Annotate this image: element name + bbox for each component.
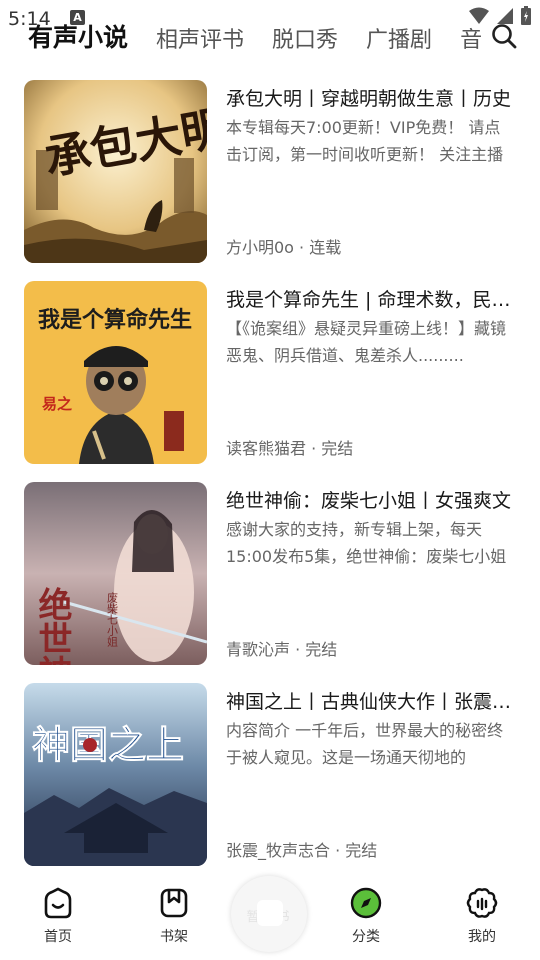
- album-description: 本专辑每天7:00更新！VIP免费！ 请点击订阅，第一时间收听更新！ 关注主播: [226, 118, 504, 164]
- profile-icon: [466, 888, 498, 918]
- album-meta: 张震_牧声志合 · 完结: [226, 841, 378, 860]
- nav-profile-label: 我的: [468, 929, 496, 945]
- bottom-navigation: 首页 书架 暂无书 分类 我的: [0, 876, 540, 960]
- list-item[interactable]: 绝世神偷 废柴七小姐 绝世神偷：废柴七小姐丨女强爽文 感谢大家的支持，新专辑上架…: [0, 482, 540, 667]
- compass-icon: [350, 887, 382, 919]
- album-cover: 绝世神偷 废柴七小姐: [24, 482, 207, 665]
- album-cover: 承包大明: [24, 80, 207, 263]
- album-title: 承包大明丨穿越明朝做生意丨历史: [226, 88, 512, 110]
- notification-icon: A: [70, 10, 85, 25]
- play-icon: [257, 900, 283, 926]
- album-title: 神国之上丨古典仙侠大作丨张震演播: [226, 691, 516, 713]
- album-title: 绝世神偷：废柴七小姐丨女强爽文: [226, 490, 512, 512]
- tab-talk-show[interactable]: 脱口秀: [272, 22, 338, 54]
- list-item[interactable]: 承包大明 承包大明丨穿越明朝做生意丨历史 本专辑每天7:00更新！VIP免费！ …: [0, 80, 540, 265]
- album-meta: 读客熊猫君 · 完结: [226, 439, 354, 458]
- nav-home-label: 首页: [44, 929, 72, 945]
- album-description: 内容简介 一千年后，世界最大的秘密终于被人窥见。这是一场通天彻地的: [226, 721, 504, 767]
- cover-author-text: 易之: [42, 395, 72, 413]
- status-time: 5:14: [8, 8, 51, 30]
- list-item[interactable]: 神国之上 神国之上丨古典仙侠大作丨张震演播 内容简介 一千年后，世界最大的秘密终…: [0, 683, 540, 868]
- home-icon: [44, 887, 72, 919]
- nav-category-label: 分类: [352, 929, 380, 945]
- player-button[interactable]: 暂无书: [231, 876, 307, 952]
- album-cover: 神国之上: [24, 683, 207, 866]
- nav-bookshelf-label: 书架: [160, 929, 188, 945]
- album-meta: 青歌沁声 · 完结: [226, 640, 338, 659]
- status-icons: [468, 6, 532, 30]
- album-description: 【《诡案组》悬疑灵异重磅上线！】藏镜恶鬼、阴兵借道、鬼差杀人.........: [226, 319, 507, 365]
- nav-profile[interactable]: 我的: [452, 886, 512, 946]
- wifi-icon: [468, 7, 490, 29]
- list-item[interactable]: 我是个算命先生 易之 我是个算命先生 | 命理术数，民间奇闻 【《诡案组》悬疑灵…: [0, 281, 540, 466]
- nav-bookshelf[interactable]: 书架: [144, 886, 204, 946]
- nav-home[interactable]: 首页: [28, 886, 88, 946]
- cover-title-text: 绝世神偷: [32, 586, 72, 665]
- tab-crosstalk[interactable]: 相声评书: [156, 22, 244, 54]
- cover-subtitle-text: 废柴七小姐: [106, 591, 119, 647]
- album-meta: 方小明0o · 连载: [226, 238, 342, 257]
- bookshelf-icon: [160, 888, 188, 918]
- battery-icon: [520, 6, 532, 30]
- nav-category[interactable]: 分类: [336, 886, 396, 946]
- album-description: 感谢大家的支持，新专辑上架，每天15:00发布5集，绝世神偷：废柴七小姐: [226, 520, 507, 566]
- album-title: 我是个算命先生 | 命理术数，民间奇闻: [226, 289, 516, 311]
- tab-radio-drama[interactable]: 广播剧: [366, 22, 432, 54]
- signal-icon: [496, 7, 514, 29]
- category-tabs: 有声小说 相声评书 脱口秀 广播剧 音: [28, 18, 488, 54]
- cover-title-text: 神国之上: [32, 722, 184, 767]
- album-cover: 我是个算命先生 易之: [24, 281, 207, 464]
- cover-title-text: 我是个算命先生: [38, 307, 192, 333]
